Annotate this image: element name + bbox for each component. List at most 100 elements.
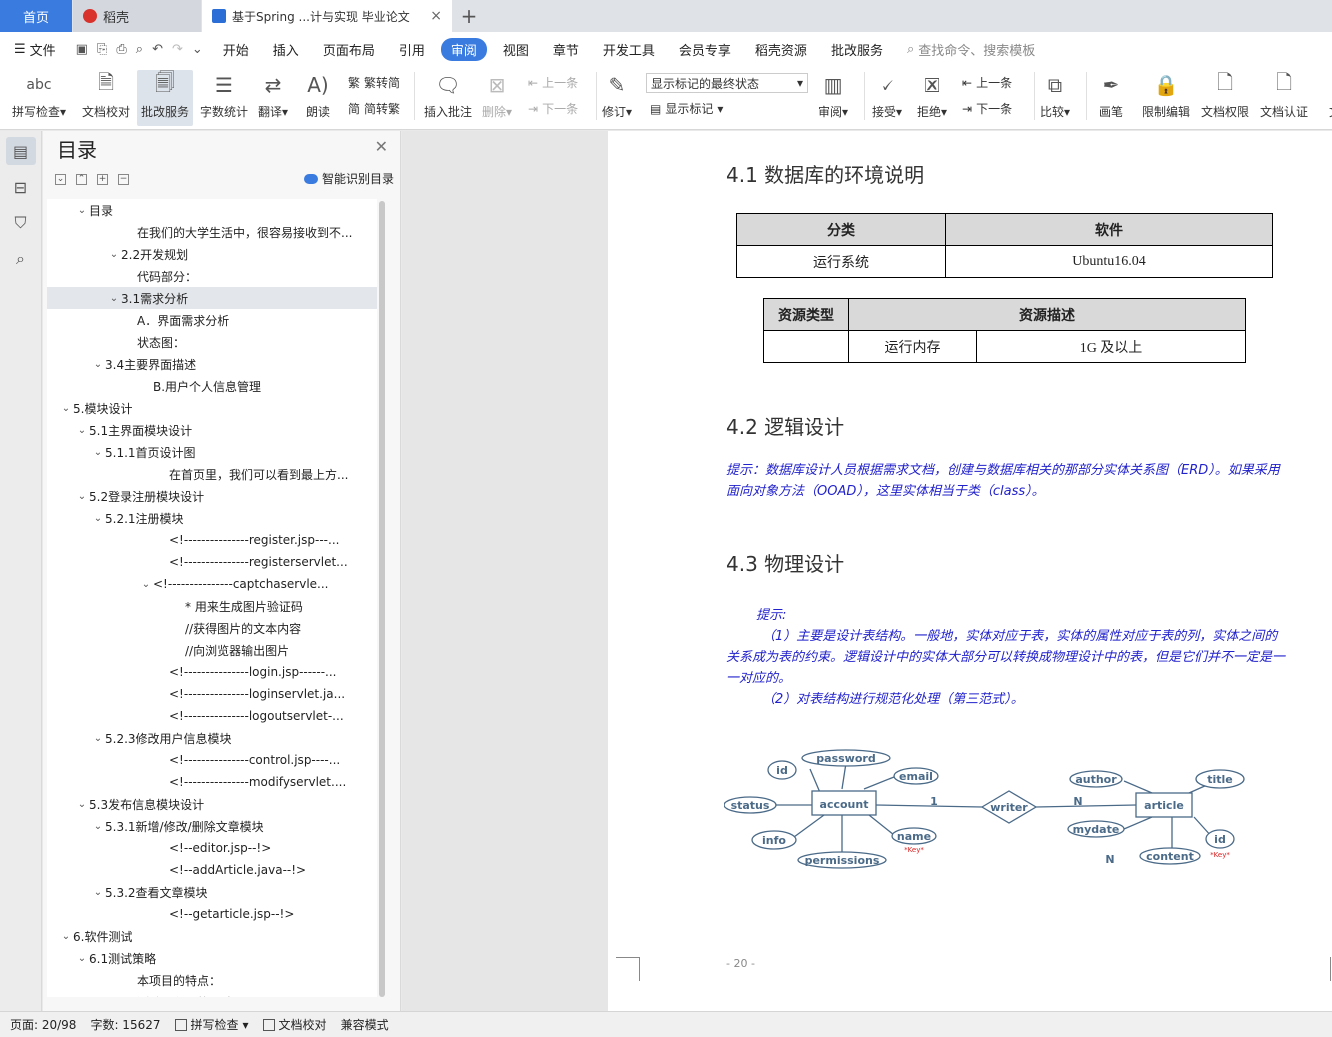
- menu-tab-4[interactable]: 审阅: [440, 37, 487, 61]
- toc-item[interactable]: <!--editor.jsp--!>: [47, 837, 377, 859]
- toc-item[interactable]: <!---------------registerservlet...: [47, 551, 377, 573]
- toc-item[interactable]: <!---------------login.jsp------...: [47, 661, 377, 683]
- bookmark-icon[interactable]: ⛉: [6, 209, 36, 237]
- menu-tab-5[interactable]: 视图: [491, 40, 541, 59]
- expand-all-icon[interactable]: ⌃: [76, 173, 87, 185]
- word-count-button[interactable]: ☰ 字数统计: [200, 70, 248, 120]
- simp-to-trad-button[interactable]: 简简转繁: [348, 100, 400, 117]
- chevron-down-icon[interactable]: ⌄: [107, 249, 121, 260]
- menu-tab-9[interactable]: 稻壳资源: [743, 40, 819, 59]
- markup-state-select[interactable]: 显示标记的最终状态 ▾: [646, 73, 808, 93]
- page-indicator[interactable]: 页面: 20/98: [10, 1016, 76, 1033]
- toc-item[interactable]: 测试工程量的风险：: [47, 991, 377, 998]
- toc-item[interactable]: 在我们的大学生活中，很容易接收到不...: [47, 221, 377, 243]
- toc-item[interactable]: 本项目的特点：: [47, 969, 377, 991]
- add-level-icon[interactable]: +: [97, 173, 108, 185]
- chevron-down-icon[interactable]: ⌄: [91, 733, 105, 744]
- undo-icon[interactable]: ↶: [152, 42, 163, 57]
- insert-comment-button[interactable]: 🗨 插入批注: [424, 70, 472, 120]
- toc-panel-icon[interactable]: ▤: [5, 137, 36, 165]
- doc-proofread-button[interactable]: 🗎 文档校对: [82, 70, 130, 120]
- toc-item[interactable]: ⌄ 5.3.2查看文章模块: [47, 881, 377, 903]
- accept-button[interactable]: 🗸 接受▾: [872, 70, 902, 120]
- toc-item[interactable]: ⌄ 目录: [47, 199, 377, 221]
- remove-level-icon[interactable]: −: [118, 173, 129, 185]
- toc-item[interactable]: 状态图：: [47, 331, 377, 353]
- proofread-status[interactable]: 文档校对: [262, 1016, 327, 1033]
- toc-item[interactable]: <!---------------register.jsp---...: [47, 529, 377, 551]
- more-ribbon-button[interactable]: 文: [1320, 70, 1332, 120]
- toc-item[interactable]: A．界面需求分析: [47, 309, 377, 331]
- toc-item[interactable]: ⌄ 5.2登录注册模块设计: [47, 485, 377, 507]
- more-chevron-icon[interactable]: ⌄: [192, 42, 203, 57]
- toc-item[interactable]: ⌄ 6.1测试策略: [47, 947, 377, 969]
- toc-item[interactable]: <!--getarticle.jsp--!>: [47, 903, 377, 925]
- toc-item[interactable]: <!---------------modifyservlet....: [47, 771, 377, 793]
- doc-permission-button[interactable]: 🗋 文档权限: [1201, 70, 1249, 120]
- compare-button[interactable]: ⧉ 比较▾: [1040, 70, 1070, 120]
- chevron-down-icon[interactable]: ⌄: [75, 799, 89, 810]
- toc-item[interactable]: ⌄ 5.模块设计: [47, 397, 377, 419]
- chapter-nav-icon[interactable]: ⊟: [6, 173, 36, 201]
- menu-tab-2[interactable]: 页面布局: [311, 40, 387, 59]
- toc-item[interactable]: B.用户个人信息管理: [47, 375, 377, 397]
- chevron-down-icon[interactable]: ⌄: [91, 821, 105, 832]
- toc-item[interactable]: ⌄ 5.1.1首页设计图: [47, 441, 377, 463]
- reject-button[interactable]: 🗷 拒绝▾: [917, 70, 947, 120]
- chevron-down-icon[interactable]: ⌄: [59, 403, 73, 414]
- collapse-all-icon[interactable]: ⌄: [55, 173, 66, 185]
- toc-item[interactable]: <!---------------loginservlet.ja...: [47, 683, 377, 705]
- save-icon[interactable]: ▣: [76, 42, 88, 57]
- toc-item[interactable]: 代码部分：: [47, 265, 377, 287]
- chevron-down-icon[interactable]: ⌄: [75, 205, 89, 216]
- toc-item[interactable]: ⌄ 5.3.1新增/修改/删除文章模块: [47, 815, 377, 837]
- export-icon[interactable]: ⎘: [97, 42, 107, 57]
- menu-tab-7[interactable]: 开发工具: [591, 40, 667, 59]
- read-aloud-button[interactable]: A) 朗读: [303, 70, 333, 120]
- tab-daoke[interactable]: 稻壳: [73, 0, 201, 32]
- tab-home[interactable]: 首页: [0, 0, 72, 32]
- tab-document[interactable]: 基于Spring ...计与实现 毕业论文 ×: [202, 0, 452, 32]
- translate-button[interactable]: ⇄ 翻译▾: [258, 70, 288, 120]
- chevron-down-icon[interactable]: ⌄: [91, 447, 105, 458]
- search-icon[interactable]: ⌕: [6, 245, 36, 273]
- toc-item[interactable]: ⌄ 5.2.3修改用户信息模块: [47, 727, 377, 749]
- smart-toc-button[interactable]: 智能识别目录: [303, 170, 394, 187]
- toc-item[interactable]: //获得图片的文本内容: [47, 617, 377, 639]
- prev-change-button[interactable]: ⇤ 上一条: [962, 74, 1012, 91]
- preview-icon[interactable]: ⌕: [136, 42, 143, 57]
- track-changes-button[interactable]: ✎ 修订▾: [602, 70, 632, 120]
- menu-tab-10[interactable]: 批改服务: [819, 40, 895, 59]
- close-tab-icon[interactable]: ×: [430, 8, 442, 24]
- chevron-down-icon[interactable]: ⌄: [75, 953, 89, 964]
- toc-scrollbar[interactable]: [379, 201, 385, 997]
- spell-check-button[interactable]: abc 拼写检查▾: [12, 70, 66, 120]
- review-pane-button[interactable]: ▥ 审阅▾: [818, 70, 848, 120]
- toc-scrollbar-thumb[interactable]: [379, 201, 385, 997]
- toc-item[interactable]: ⌄ 2.2开发规划: [47, 243, 377, 265]
- chevron-down-icon[interactable]: ⌄: [107, 293, 121, 304]
- redo-icon[interactable]: ↷: [172, 42, 183, 57]
- review-service-button[interactable]: 🗐 批改服务: [137, 70, 194, 126]
- chevron-down-icon[interactable]: ⌄: [75, 491, 89, 502]
- next-comment-button[interactable]: ⇥ 下一条: [528, 100, 578, 117]
- chevron-down-icon[interactable]: ⌄: [91, 513, 105, 524]
- toc-item[interactable]: * 用来生成图片验证码: [47, 595, 377, 617]
- pen-button[interactable]: ✒ 画笔: [1096, 70, 1126, 120]
- restrict-editing-button[interactable]: 🔒 限制编辑: [1142, 70, 1190, 120]
- toc-item[interactable]: //向浏览器输出图片: [47, 639, 377, 661]
- toc-item[interactable]: ⌄ <!---------------captchaservle...: [47, 573, 377, 595]
- toc-item[interactable]: <!---------------logoutservlet-...: [47, 705, 377, 727]
- toc-item[interactable]: ⌄ 6.软件测试: [47, 925, 377, 947]
- chevron-down-icon[interactable]: ⌄: [59, 931, 73, 942]
- menu-tab-3[interactable]: 引用: [387, 40, 437, 59]
- toc-item[interactable]: ⌄ 3.4主要界面描述: [47, 353, 377, 375]
- delete-comment-button[interactable]: ⊠ 删除▾: [482, 70, 512, 120]
- command-search[interactable]: ⌕ 查找命令、搜索模板: [895, 40, 1047, 59]
- chevron-down-icon[interactable]: ⌄: [139, 579, 153, 590]
- toc-item[interactable]: <!---------------control.jsp----...: [47, 749, 377, 771]
- menu-tab-6[interactable]: 章节: [541, 40, 591, 59]
- chevron-down-icon[interactable]: ⌄: [91, 359, 105, 370]
- close-icon[interactable]: ✕: [375, 137, 388, 156]
- show-markup-button[interactable]: ▤ 显示标记 ▾: [650, 100, 723, 117]
